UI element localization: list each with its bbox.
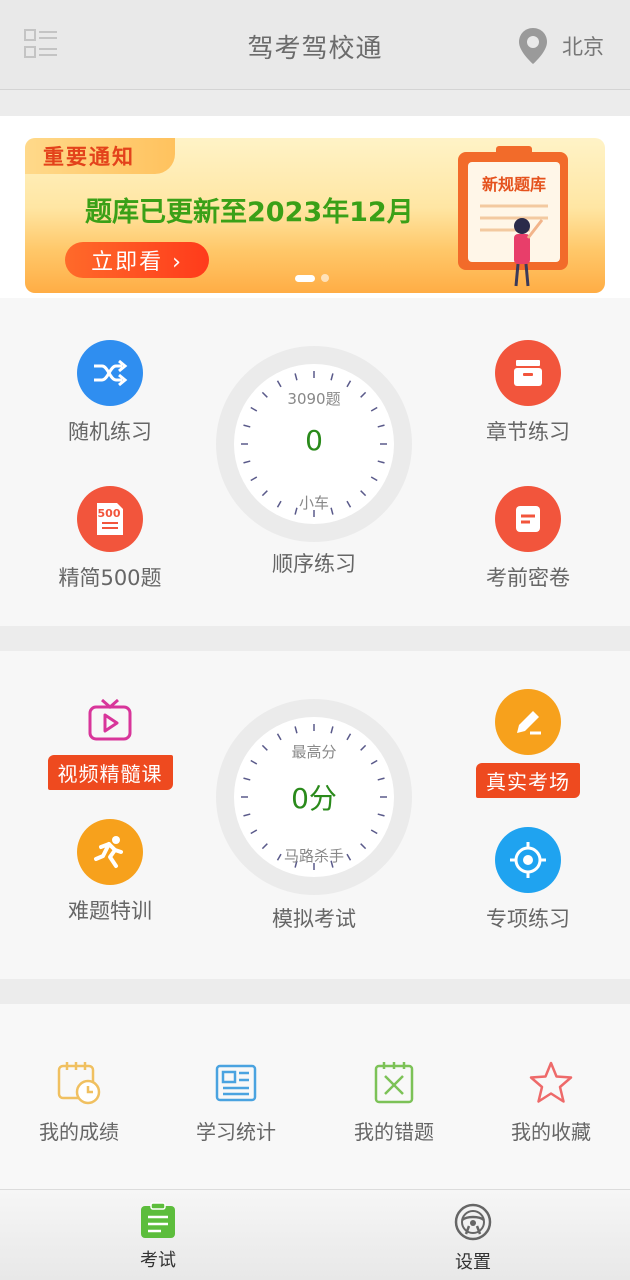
dial-tick xyxy=(250,476,258,482)
wrong-list-icon xyxy=(374,1062,414,1104)
runner-icon xyxy=(77,819,143,885)
dial-tick xyxy=(346,733,352,741)
svg-text:500: 500 xyxy=(98,507,121,520)
exam-tab-icon xyxy=(141,1202,175,1238)
progress-value: 0 xyxy=(305,424,323,457)
real-exam-button[interactable]: 真实考场 xyxy=(443,689,613,798)
mock-exam-label[interactable]: 模拟考试 xyxy=(216,903,412,933)
steering-wheel-icon xyxy=(454,1203,492,1241)
play-icon xyxy=(25,697,195,747)
dial-tick xyxy=(276,380,282,388)
simple500-label: 精简500题 xyxy=(58,566,162,590)
question-count: 3090题 xyxy=(287,390,341,408)
dial-face: 3090题 0 小车 xyxy=(234,364,394,524)
doc-icon xyxy=(495,486,561,552)
500-doc-icon: 500 xyxy=(77,486,143,552)
real-exam-label: 真实考场 xyxy=(476,763,580,798)
best-score-label: 最高分 xyxy=(291,743,337,761)
best-score-value: 0分 xyxy=(291,782,337,815)
dial-tick xyxy=(243,460,251,464)
dial-tick xyxy=(370,829,378,835)
wrong-questions-label: 我的错题 xyxy=(354,1120,434,1144)
dial-tick xyxy=(276,733,282,741)
dial-tick xyxy=(370,476,378,482)
top-bar: 驾考驾校通 北京 xyxy=(0,0,630,90)
video-course-label: 视频精髓课 xyxy=(47,755,173,790)
video-course-button[interactable]: 视频精髓课 xyxy=(25,697,195,790)
archive-icon xyxy=(495,340,561,406)
carousel-dot-active[interactable] xyxy=(295,274,315,282)
special-practice-label: 专项练习 xyxy=(486,907,570,931)
pencil-icon xyxy=(495,689,561,755)
tab-settings-label: 设置 xyxy=(455,1252,491,1273)
notice-banner[interactable]: 重要通知 题库已更新至2023年12月 立即看 › 新规题库 xyxy=(25,138,605,293)
location-selector[interactable]: 北京 xyxy=(518,26,604,66)
dial-face: 最高分 0分 马路杀手 xyxy=(234,717,394,877)
simple500-button[interactable]: 500 精简500题 xyxy=(25,486,195,592)
banner-art-text: 新规题库 xyxy=(482,175,546,194)
hard-training-label: 难题特训 xyxy=(68,899,152,923)
banner-tag: 重要通知 xyxy=(25,138,175,174)
pre-exam-button[interactable]: 考前密卷 xyxy=(443,486,613,592)
practice-panel: 随机练习 章节练习 500 精简500题 考前密卷 3090题 0 小车 顺序练… xyxy=(0,298,630,626)
dial-tick xyxy=(377,460,385,464)
favorites-label: 我的收藏 xyxy=(511,1120,591,1144)
dial-tick xyxy=(330,726,334,734)
tab-settings[interactable]: 设置 xyxy=(398,1202,548,1274)
location-label: 北京 xyxy=(562,35,604,59)
rank-title: 马路杀手 xyxy=(283,847,344,865)
chapter-practice-button[interactable]: 章节练习 xyxy=(443,340,613,446)
pre-exam-label: 考前密卷 xyxy=(486,566,570,590)
hard-training-button[interactable]: 难题特训 xyxy=(25,819,195,925)
wrong-questions-button[interactable]: 我的错题 xyxy=(315,1060,473,1145)
tab-exam-label: 考试 xyxy=(140,1250,176,1271)
my-scores-label: 我的成绩 xyxy=(39,1120,119,1144)
study-stats-button[interactable]: 学习统计 xyxy=(157,1060,315,1145)
chapter-practice-label: 章节练习 xyxy=(486,420,570,444)
sequential-practice-label[interactable]: 顺序练习 xyxy=(216,548,412,578)
sequential-practice-dial[interactable]: 3090题 0 小车 xyxy=(216,346,412,542)
clipboard-illustration-icon: 新规题库 xyxy=(458,146,568,287)
calendar-clock-icon xyxy=(57,1062,101,1105)
random-practice-label: 随机练习 xyxy=(68,420,152,444)
target-icon xyxy=(495,827,561,893)
banner-section: 重要通知 题库已更新至2023年12月 立即看 › 新规题库 xyxy=(0,116,630,298)
carousel-indicator xyxy=(295,274,329,282)
bottom-tab-bar: 考试 设置 xyxy=(0,1189,630,1280)
my-scores-button[interactable]: 我的成绩 xyxy=(0,1060,158,1145)
dial-tick xyxy=(294,373,298,381)
carousel-dot[interactable] xyxy=(321,274,329,282)
vehicle-type: 小车 xyxy=(298,494,329,512)
random-practice-button[interactable]: 随机练习 xyxy=(25,340,195,446)
dial-tick xyxy=(346,380,352,388)
newspaper-icon xyxy=(215,1064,257,1102)
shuffle-icon xyxy=(77,340,143,406)
map-pin-icon xyxy=(519,28,547,64)
special-practice-button[interactable]: 专项练习 xyxy=(443,827,613,933)
favorites-button[interactable]: 我的收藏 xyxy=(472,1060,630,1145)
exam-panel: 视频精髓课 真实考场 难题特训 专项练习 最高分 0分 马路杀手 模拟考试 xyxy=(0,651,630,979)
dial-tick xyxy=(294,726,298,734)
mock-exam-dial[interactable]: 最高分 0分 马路杀手 xyxy=(216,699,412,895)
star-icon xyxy=(529,1061,573,1103)
banner-view-button[interactable]: 立即看 › xyxy=(65,242,209,278)
banner-headline: 题库已更新至2023年12月 xyxy=(85,197,414,228)
dial-tick xyxy=(250,829,258,835)
study-stats-label: 学习统计 xyxy=(196,1120,276,1144)
tab-exam[interactable]: 考试 xyxy=(83,1202,233,1272)
stats-panel: 我的成绩 学习统计 我的错题 我的收藏 xyxy=(0,1004,630,1189)
dial-tick xyxy=(330,373,334,381)
